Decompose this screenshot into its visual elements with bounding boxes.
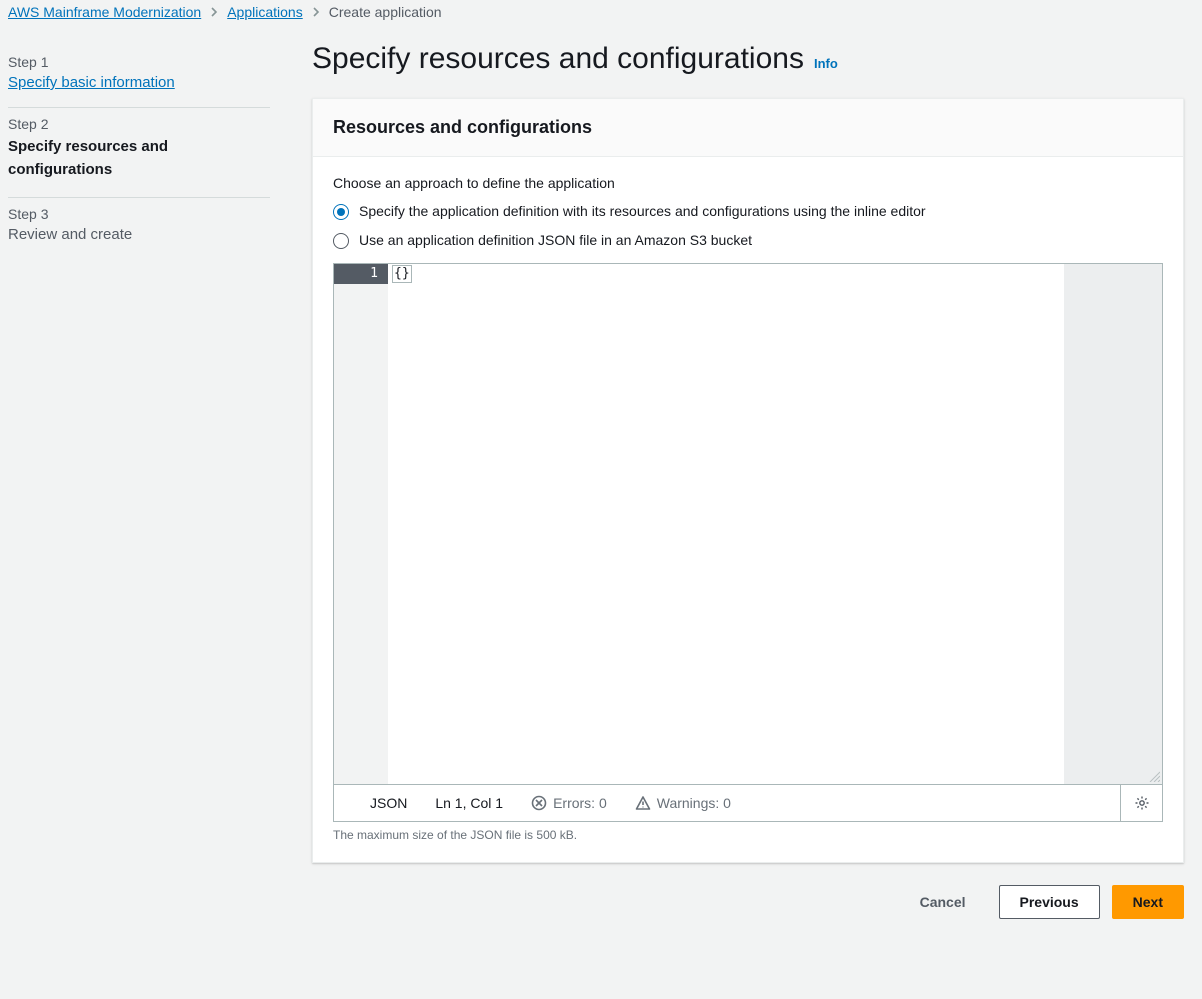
editor-line-content: {}	[392, 265, 412, 283]
cancel-button[interactable]: Cancel	[899, 885, 987, 919]
step-title-future: Review and create	[8, 226, 270, 243]
breadcrumb-current: Create application	[329, 4, 442, 20]
next-button[interactable]: Next	[1112, 885, 1184, 919]
editor-settings-button[interactable]	[1120, 785, 1162, 821]
step-title-current: Specify resources and configurations	[8, 136, 270, 181]
radio-button-icon[interactable]	[333, 204, 349, 220]
chevron-right-icon	[311, 7, 321, 17]
editor-language: JSON	[370, 795, 407, 811]
breadcrumb: AWS Mainframe Modernization Applications…	[0, 0, 1202, 30]
page-title: Specify resources and configurations	[312, 42, 804, 76]
editor-cursor-position: Ln 1, Col 1	[435, 795, 503, 811]
step-label: Step 2	[8, 116, 270, 132]
chevron-right-icon	[209, 7, 219, 17]
editor-warnings: Warnings: 0	[635, 795, 731, 811]
wizard-step-1[interactable]: Step 1 Specify basic information	[8, 46, 270, 108]
radio-button-icon[interactable]	[333, 233, 349, 249]
warning-icon	[635, 795, 651, 811]
step-label: Step 3	[8, 206, 270, 222]
error-icon	[531, 795, 547, 811]
step-title-link[interactable]: Specify basic information	[8, 74, 175, 91]
wizard-step-3: Step 3 Review and create	[8, 198, 270, 259]
json-editor: 1 {} JSON Ln 1, Col 1	[333, 263, 1163, 822]
breadcrumb-apps[interactable]: Applications	[227, 4, 303, 20]
resources-panel: Resources and configurations Choose an a…	[312, 98, 1184, 863]
radio-inline-editor[interactable]: Specify the application definition with …	[333, 201, 933, 222]
approach-label: Choose an approach to define the applica…	[333, 175, 1163, 191]
editor-status-bar: JSON Ln 1, Col 1 Errors: 0	[334, 784, 1162, 821]
radio-s3-file[interactable]: Use an application definition JSON file …	[333, 230, 933, 251]
step-label: Step 1	[8, 54, 270, 70]
wizard-step-2: Step 2 Specify resources and configurati…	[8, 108, 270, 198]
editor-textarea[interactable]: {}	[388, 264, 1064, 784]
breadcrumb-root[interactable]: AWS Mainframe Modernization	[8, 4, 201, 20]
previous-button[interactable]: Previous	[999, 885, 1100, 919]
main-content: Specify resources and configurations Inf…	[278, 30, 1202, 943]
gear-icon	[1134, 795, 1150, 811]
radio-label[interactable]: Use an application definition JSON file …	[359, 230, 752, 251]
panel-title: Resources and configurations	[333, 117, 1163, 138]
wizard-footer: Cancel Previous Next	[312, 885, 1184, 919]
editor-errors: Errors: 0	[531, 795, 607, 811]
radio-label[interactable]: Specify the application definition with …	[359, 201, 926, 222]
editor-scrollbar[interactable]	[1064, 264, 1162, 784]
info-link[interactable]: Info	[814, 56, 838, 71]
editor-gutter: 1	[334, 264, 388, 784]
wizard-steps: Step 1 Specify basic information Step 2 …	[0, 30, 278, 259]
editor-help-text: The maximum size of the JSON file is 500…	[333, 828, 1163, 842]
line-number: 1	[334, 264, 388, 284]
